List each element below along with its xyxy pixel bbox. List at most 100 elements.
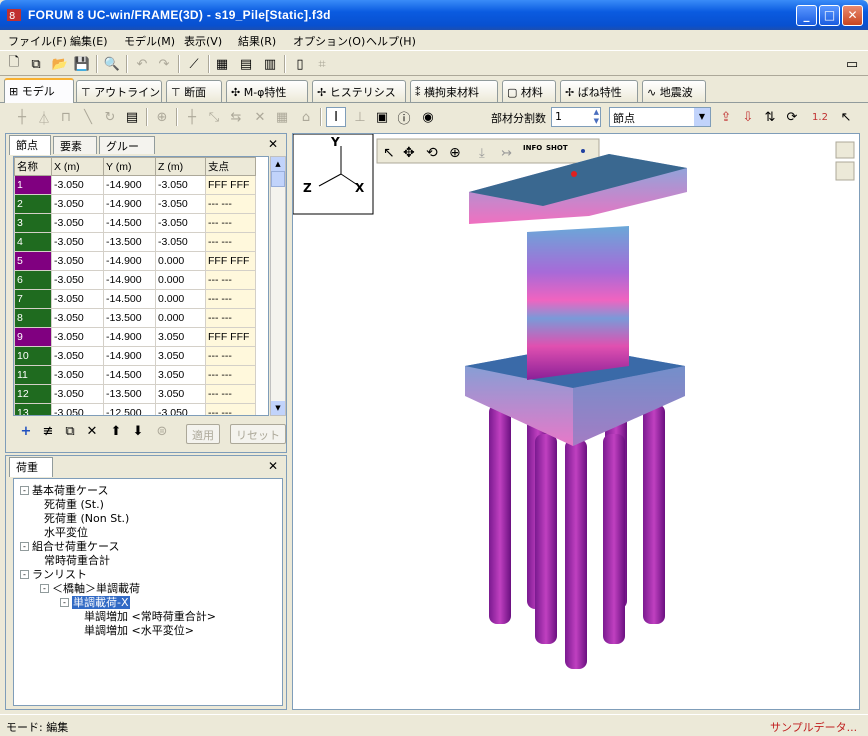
- new-file-icon[interactable]: 🗋: [4, 54, 24, 74]
- support-icon[interactable]: ⊥: [350, 107, 370, 127]
- table-cell[interactable]: -14.900: [103, 346, 156, 366]
- color-icon[interactable]: ◉: [418, 107, 438, 127]
- table-cell[interactable]: 0.000: [155, 251, 206, 271]
- rotate-icon[interactable]: ↻: [100, 107, 120, 127]
- column-header[interactable]: 支点: [205, 157, 256, 176]
- table-cell[interactable]: 7: [14, 289, 52, 309]
- new-window-icon[interactable]: ⧉: [26, 54, 46, 74]
- menu-file[interactable]: ファイル(F): [8, 33, 67, 49]
- table-cell[interactable]: -3.050: [51, 308, 104, 328]
- copy-row-icon[interactable]: ⧉: [60, 421, 80, 441]
- table-cell[interactable]: -14.900: [103, 251, 156, 271]
- node-table[interactable]: 名称 X (m) Y (m) Z (m) 支点 1 -3.050 -14.900 -3.050…: [13, 156, 269, 416]
- subtab-load[interactable]: 荷重: [9, 457, 53, 477]
- tab-model[interactable]: ⊞ モデル: [4, 78, 74, 103]
- graph-icon[interactable]: ⟋: [184, 54, 204, 74]
- node-icon[interactable]: ┼: [182, 107, 202, 127]
- table-cell[interactable]: --- ---: [205, 365, 256, 385]
- table-cell[interactable]: 3.050: [155, 327, 206, 347]
- collapse-icon[interactable]: -: [20, 486, 29, 495]
- menu-edit[interactable]: 編集(E): [70, 33, 108, 49]
- table-cell[interactable]: -3.050: [51, 270, 104, 290]
- close-button[interactable]: ✕: [842, 5, 863, 26]
- table-cell[interactable]: -3.050: [51, 251, 104, 271]
- table-cell[interactable]: --- ---: [205, 213, 256, 233]
- subtab-node[interactable]: 節点: [9, 135, 51, 155]
- maximize-button[interactable]: □: [819, 5, 840, 26]
- split-icon[interactable]: ⊕: [152, 107, 172, 127]
- collapse-icon[interactable]: -: [20, 542, 29, 551]
- add-beam-icon[interactable]: ⏃: [34, 107, 54, 127]
- table-row[interactable]: 9 -3.050 -14.900 3.050 FFF FFF: [14, 327, 256, 347]
- divide-icon[interactable]: ⤡: [204, 107, 224, 127]
- table-cell[interactable]: -3.050: [51, 403, 104, 415]
- menu-option[interactable]: オプション(O): [293, 33, 365, 49]
- table-cell[interactable]: --- ---: [205, 346, 256, 366]
- refresh-icon[interactable]: ⟳: [782, 107, 802, 127]
- column-header[interactable]: Z (m): [155, 157, 206, 176]
- pointer-icon[interactable]: ↖: [836, 107, 856, 127]
- tab-material[interactable]: ▢ 材料: [502, 80, 556, 102]
- table-cell[interactable]: -14.900: [103, 327, 156, 347]
- subtab-element[interactable]: 要素: [53, 136, 97, 154]
- reset-button[interactable]: リセット: [230, 424, 286, 444]
- load-tree[interactable]: - 基本荷重ケース 死荷重 (St.) 死荷重 (Non St.) 水平変位 - 組合せ荷重…: [13, 478, 283, 706]
- table-cell[interactable]: 5: [14, 251, 52, 271]
- table-cell[interactable]: FFF FFF: [205, 251, 256, 271]
- add-row-icon[interactable]: +: [16, 421, 36, 441]
- load-panel-close-icon[interactable]: ✕: [268, 459, 278, 473]
- select-type-dropdown[interactable]: 節点 ▼: [609, 107, 711, 127]
- table-cell[interactable]: -3.050: [51, 346, 104, 366]
- picture-icon[interactable]: ▣: [372, 107, 392, 127]
- table-cell[interactable]: FFF FFF: [205, 327, 256, 347]
- info-icon[interactable]: ⓘ: [394, 107, 414, 127]
- table-cell[interactable]: -14.500: [103, 213, 156, 233]
- table-cell[interactable]: 2: [14, 194, 52, 214]
- table-cell[interactable]: 8: [14, 308, 52, 328]
- column-header[interactable]: X (m): [51, 157, 104, 176]
- table-cell[interactable]: -3.050: [51, 289, 104, 309]
- tab-section[interactable]: ⊤ 断面: [166, 80, 222, 102]
- tree-item[interactable]: 単調増加 <水平変位>: [80, 622, 194, 638]
- panel-toggle-icon[interactable]: ▭: [842, 54, 862, 74]
- tool-icon[interactable]: ⌗: [312, 54, 332, 74]
- table-cell[interactable]: 0.000: [155, 308, 206, 328]
- lock-icon[interactable]: ⌂: [296, 107, 316, 127]
- collapse-icon[interactable]: -: [60, 598, 69, 607]
- table-cell[interactable]: -14.500: [103, 289, 156, 309]
- move-down-icon[interactable]: ⬇: [128, 421, 148, 441]
- table-cell[interactable]: -3.050: [51, 194, 104, 214]
- add-node-icon[interactable]: ┼: [12, 107, 32, 127]
- table-cell[interactable]: 9: [14, 327, 52, 347]
- table-cell[interactable]: -14.900: [103, 194, 156, 214]
- print-preview-icon[interactable]: 🔍: [102, 54, 122, 74]
- table-cell[interactable]: 3.050: [155, 346, 206, 366]
- table-row[interactable]: 8 -3.050 -13.500 0.000 --- ---: [14, 308, 256, 328]
- table-cell[interactable]: 10: [14, 346, 52, 366]
- report-icon[interactable]: ▤: [236, 54, 256, 74]
- table-row[interactable]: 2 -3.050 -14.900 -3.050 --- ---: [14, 194, 256, 214]
- column-header[interactable]: 名称: [14, 157, 52, 176]
- table-row[interactable]: 12 -3.050 -13.500 3.050 --- ---: [14, 384, 256, 404]
- table-cell[interactable]: 13: [14, 403, 52, 415]
- model-3d-view[interactable]: Y Z X ↖ ✥ ⟲ ⊕ ⤓ ↣ INFO SHOT: [292, 133, 859, 709]
- collapse-icon[interactable]: -: [40, 584, 49, 593]
- table-cell[interactable]: 6: [14, 270, 52, 290]
- menu-help[interactable]: ヘルプ(H): [366, 33, 416, 49]
- table-cell[interactable]: 11: [14, 365, 52, 385]
- table-row[interactable]: 1 -3.050 -14.900 -3.050 FFF FFF: [14, 175, 256, 195]
- mirror-icon[interactable]: ⇆: [226, 107, 246, 127]
- table-cell[interactable]: -3.050: [51, 213, 104, 233]
- table-cell[interactable]: 0.000: [155, 270, 206, 290]
- section-beam-icon[interactable]: I: [326, 107, 346, 127]
- table-cell[interactable]: -13.500: [103, 232, 156, 252]
- open-folder-icon[interactable]: 📂: [50, 54, 70, 74]
- table-scrollbar[interactable]: ▲ ▼: [270, 156, 286, 416]
- table-cell[interactable]: --- ---: [205, 232, 256, 252]
- table-row[interactable]: 6 -3.050 -14.900 0.000 --- ---: [14, 270, 256, 290]
- insert-row-icon[interactable]: ≢: [38, 421, 58, 441]
- import-icon[interactable]: ⇪: [716, 107, 736, 127]
- table-cell[interactable]: -14.500: [103, 365, 156, 385]
- table-cell[interactable]: 3.050: [155, 365, 206, 385]
- table-cell[interactable]: --- ---: [205, 403, 256, 415]
